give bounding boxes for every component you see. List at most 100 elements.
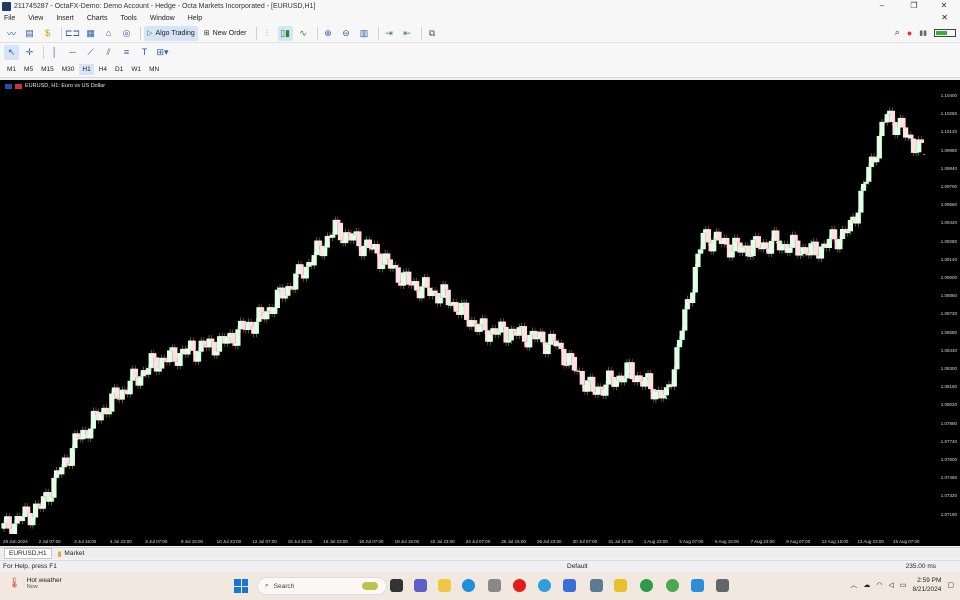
timeframe-m5[interactable]: M5 [21, 64, 36, 75]
metatrader-icon[interactable] [590, 579, 603, 592]
timeframe-m30[interactable]: M30 [59, 64, 78, 75]
shapes-icon[interactable]: ⊞▾ [155, 45, 170, 60]
trendline-icon[interactable]: ⟋ [83, 45, 98, 60]
weather-widget[interactable]: 🌡 Hot weather Now [8, 577, 62, 590]
close-button[interactable]: ✕ [932, 0, 956, 12]
chrome-icon[interactable] [640, 579, 653, 592]
algo-trading-button[interactable]: ▷ Algo Trading [144, 25, 198, 41]
tab-market[interactable]: Market [64, 549, 88, 558]
candle-body [608, 370, 614, 377]
price-scale[interactable]: 1.10400 1.10260 1.10120 1.09980 1.09840 1.097… [927, 80, 960, 534]
candle-body [734, 237, 740, 243]
menu-view[interactable]: View [28, 15, 43, 22]
timeframe-m1[interactable]: M1 [4, 64, 19, 75]
app-icon-gray[interactable] [716, 579, 729, 592]
cursor-icon[interactable]: ↖ [4, 44, 19, 60]
price-tick: 1.09700 [940, 184, 957, 189]
task-view-icon[interactable] [390, 579, 403, 592]
time-scale[interactable]: 28 Jun 2024 2 Jul 07:00 3 Jul 15:00 4 Jul 2… [0, 534, 928, 546]
candle-body [195, 351, 202, 362]
screenshot-icon[interactable]: ⧉ [425, 26, 440, 41]
menu-file[interactable]: File [4, 15, 15, 22]
file-explorer-icon[interactable] [438, 579, 451, 592]
vertical-line-icon[interactable]: │ [47, 45, 62, 60]
tile-windows-icon[interactable]: ▥ [357, 26, 372, 41]
globe-icon[interactable]: ◎ [119, 26, 134, 41]
price-chart[interactable]: EURUSD, H1: Euro vs US Dollar 1.10400 1.1… [0, 80, 960, 546]
opera-icon[interactable] [513, 579, 526, 592]
edge-icon[interactable] [462, 579, 475, 592]
app-icon-blue[interactable] [691, 579, 704, 592]
candle-body [506, 340, 512, 343]
menu-tools[interactable]: Tools [120, 15, 136, 22]
store-icon[interactable] [488, 579, 501, 592]
maximize-button[interactable]: ❐ [902, 0, 926, 12]
wifi-icon[interactable]: ◠ [876, 581, 882, 589]
notes-icon[interactable] [614, 579, 627, 592]
auto-scroll-icon[interactable]: ⇥ [382, 26, 397, 41]
candle-body [216, 336, 223, 352]
notifications-icon[interactable]: ▢ [947, 581, 954, 589]
candle-body [624, 362, 630, 379]
strategy-tester-icon[interactable]: $ [40, 26, 55, 41]
candle-body [69, 448, 75, 466]
candle-body [818, 246, 825, 259]
menu-help[interactable]: Help [188, 15, 202, 22]
chart-type-icon[interactable]: 〰 [4, 26, 19, 41]
templates-icon[interactable]: ▤ [22, 26, 37, 41]
tab-eurusd-h1[interactable]: EURUSD,H1 [4, 548, 52, 559]
timeframe-w1[interactable]: W1 [128, 64, 144, 75]
text-tool-icon[interactable]: T [137, 45, 152, 60]
timeframe-mn[interactable]: MN [146, 64, 162, 75]
candle-body [75, 433, 81, 438]
cloud-icon[interactable]: ☁ [863, 581, 870, 589]
crosshair-icon[interactable]: ✛ [22, 45, 37, 60]
chart-shift-icon[interactable]: ⇤ [400, 26, 415, 41]
chevron-up-icon[interactable]: ︿ [850, 580, 857, 590]
start-button[interactable] [234, 579, 248, 593]
fibonacci-icon[interactable]: ≡ [119, 45, 134, 60]
timeframe-h1[interactable]: H1 [79, 63, 94, 75]
candle-body [395, 267, 401, 283]
play-icon: ▷ [147, 30, 153, 37]
horizontal-line-icon[interactable]: ─ [65, 45, 80, 60]
candle-body [11, 523, 18, 534]
market-watch-icon[interactable]: ⌂ [101, 26, 116, 41]
candle-body [274, 289, 280, 309]
minimize-button[interactable]: – [870, 0, 894, 12]
layout-icon[interactable]: ▦ [83, 26, 98, 41]
app-icon-green[interactable] [666, 579, 679, 592]
price-point [849, 228, 852, 230]
battery-tray-icon[interactable]: ▭ [900, 581, 907, 589]
notification-icon[interactable]: ● [907, 28, 912, 38]
drawing-toolbar: ↖ ✛ │ ─ ⟋ ⫽ ≡ T ⊞▾ [0, 43, 960, 61]
window-title: 211745287 - OctaFX-Demo: Demo Account - … [14, 2, 316, 10]
clock[interactable]: 2:59 PM 8/21/2024 [912, 576, 941, 594]
candle-body [379, 264, 386, 269]
new-order-button[interactable]: ⊞ New Order [201, 26, 250, 41]
telegram-icon[interactable] [538, 579, 551, 592]
taskbar-search[interactable]: ⌕ Search [257, 577, 387, 595]
search-icon[interactable]: ⌕ [895, 27, 900, 38]
teams-icon[interactable] [414, 579, 427, 592]
menu-window[interactable]: Window [150, 15, 175, 22]
candlestick-icon[interactable]: ▯▮ [277, 25, 293, 41]
timeframe-h4[interactable]: H4 [96, 64, 110, 75]
bar-chart-icon[interactable]: ⫶ [260, 26, 275, 41]
line-chart-icon[interactable]: ∿ [296, 26, 311, 41]
compare-icon[interactable]: ⊏⊐ [65, 26, 80, 41]
timeframe-d1[interactable]: D1 [112, 64, 126, 75]
channel-icon[interactable]: ⫽ [101, 45, 116, 60]
word-icon[interactable] [563, 579, 576, 592]
chart-close-button[interactable]: ✕ [941, 12, 948, 24]
status-profile: Default [567, 563, 588, 570]
timeframe-m15[interactable]: M15 [38, 64, 57, 75]
candle-body [845, 231, 851, 234]
speaker-icon[interactable]: ◁ [888, 581, 893, 589]
menu-charts[interactable]: Charts [87, 15, 108, 22]
candle-body [80, 429, 86, 440]
search-highlight-icon [362, 582, 378, 590]
zoom-in-icon[interactable]: ⊕ [321, 26, 336, 41]
menu-insert[interactable]: Insert [56, 15, 74, 22]
zoom-out-icon[interactable]: ⊖ [339, 26, 354, 41]
